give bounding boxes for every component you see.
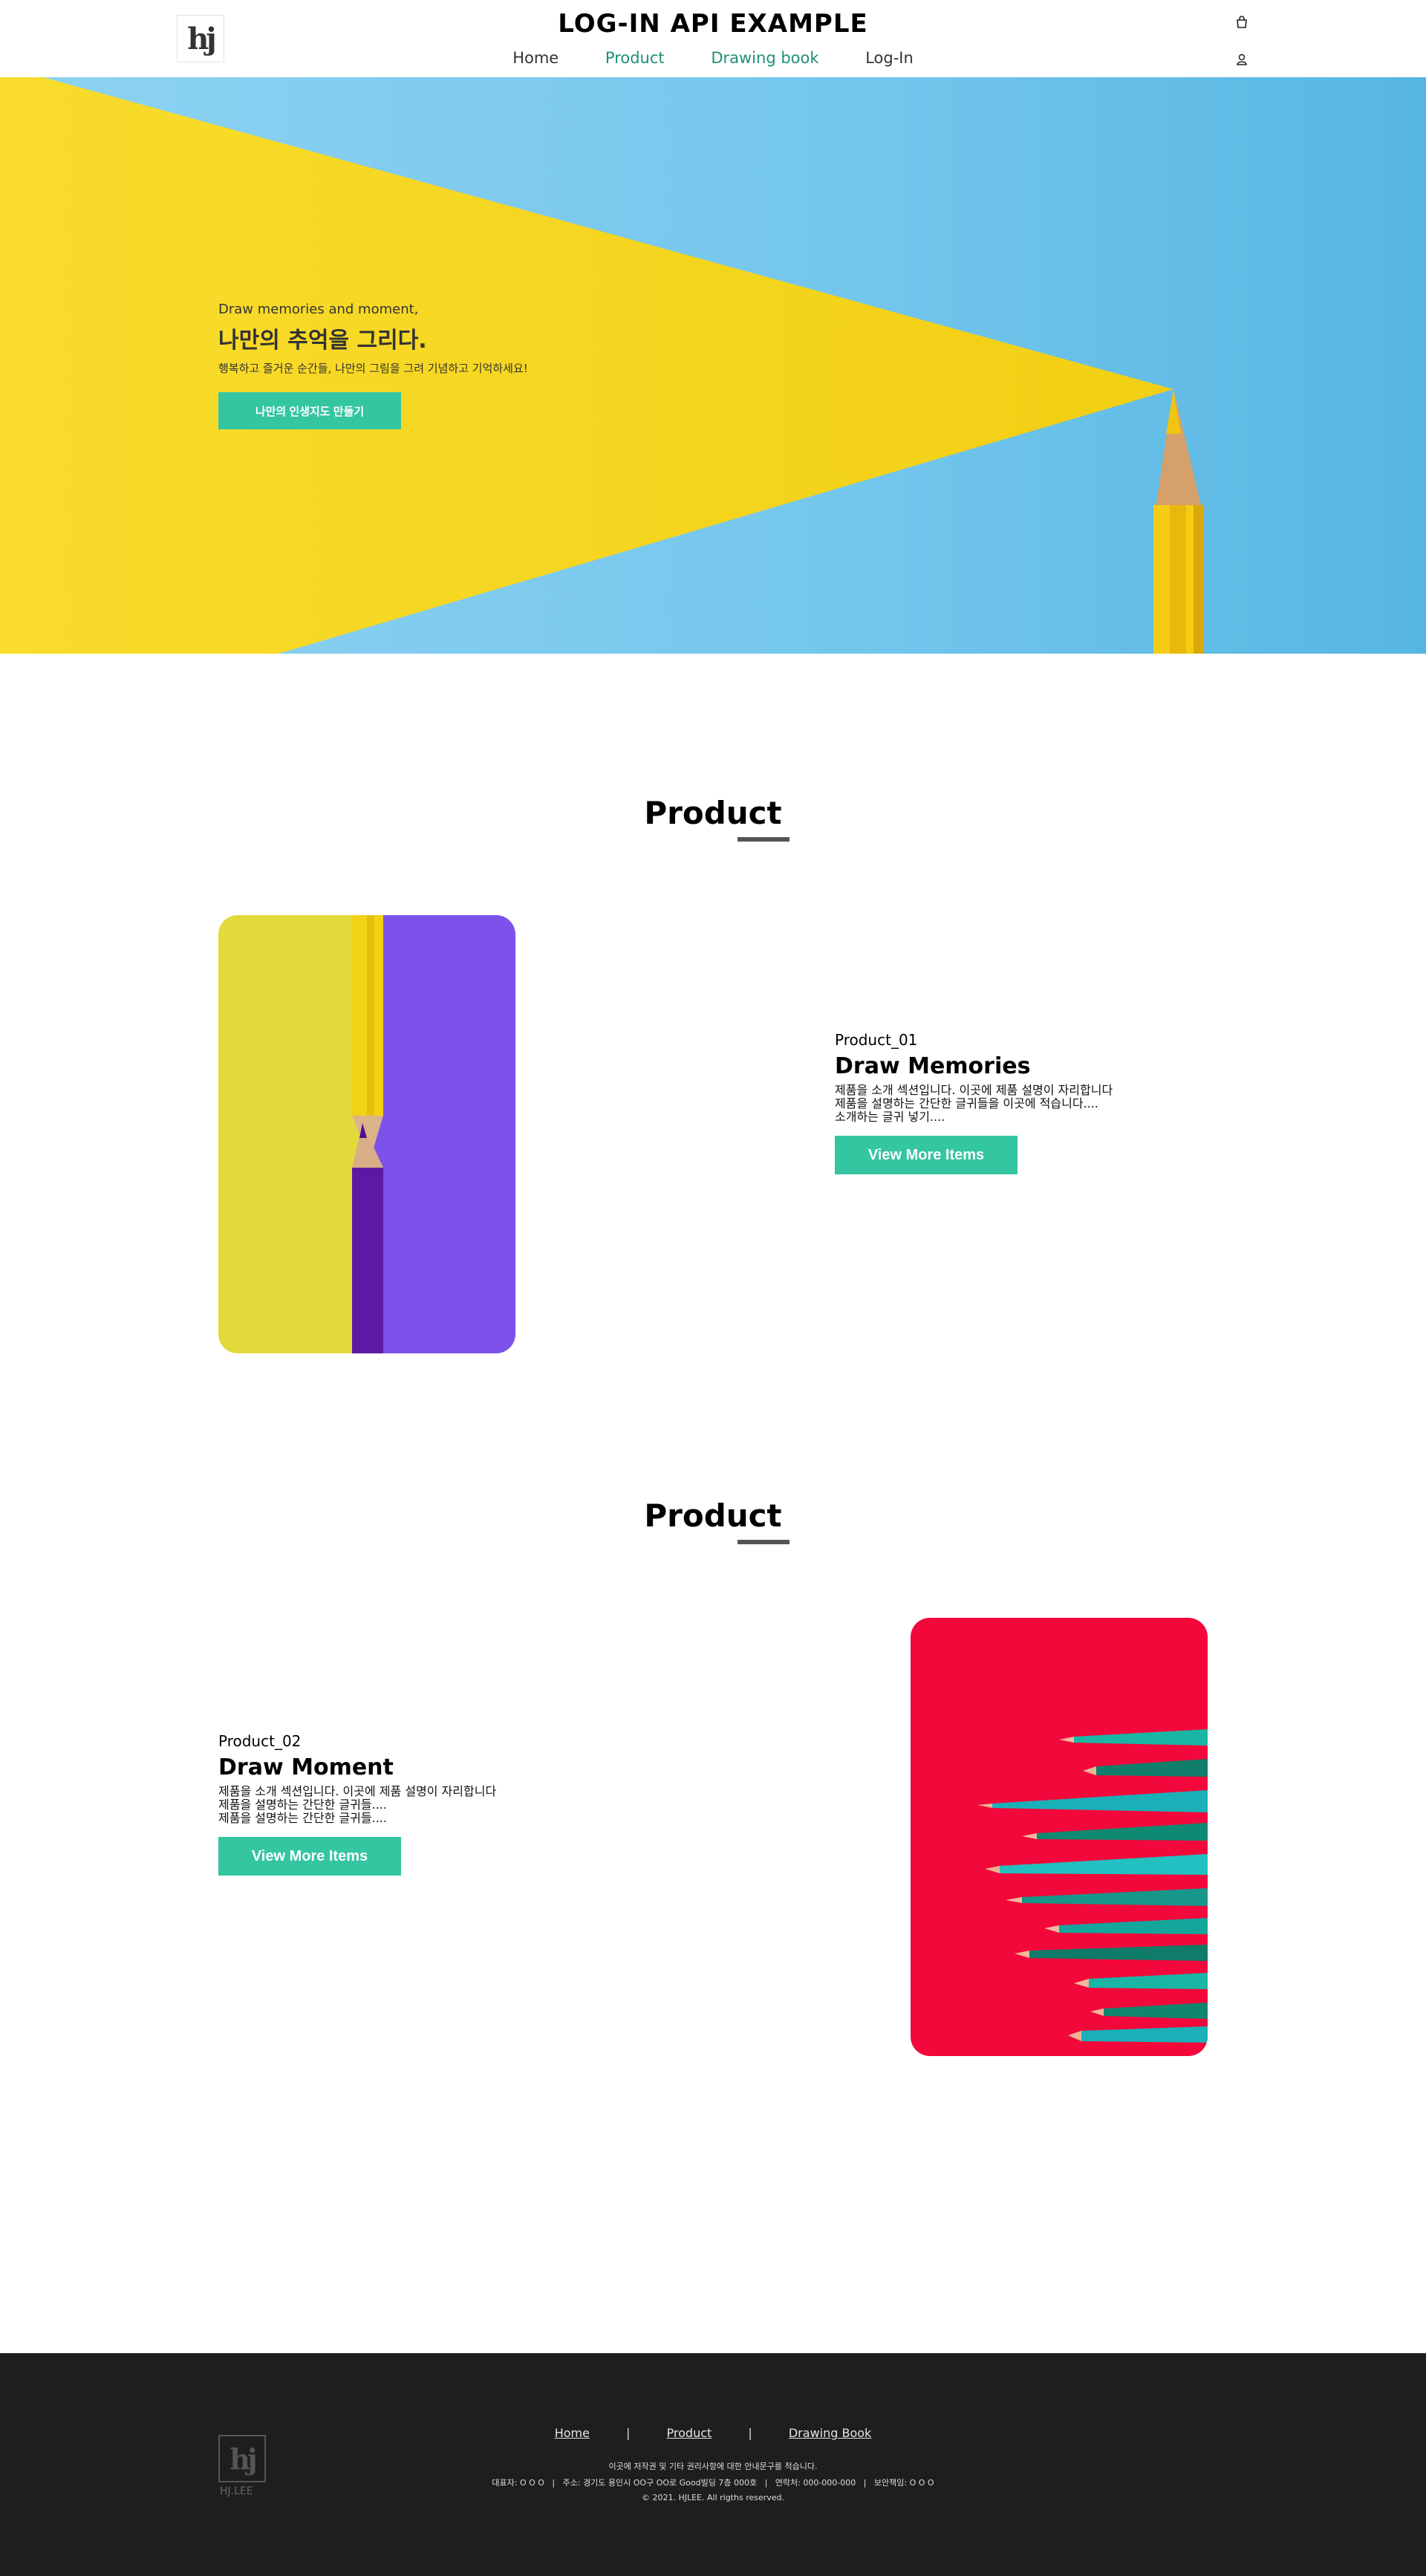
product-2-image[interactable] — [911, 1618, 1208, 2056]
hero-pencil-illustration — [0, 77, 1204, 654]
nav-product[interactable]: Product — [605, 49, 665, 67]
footer-nav-product[interactable]: Product — [667, 2426, 712, 2440]
user-icon[interactable] — [1233, 51, 1251, 68]
hero-description: 행복하고 즐거운 순간들, 나만의 그림을 그려 기념하고 기억하세요! — [218, 362, 528, 375]
site-title: LOG-IN API EXAMPLE — [558, 9, 868, 39]
view-more-button[interactable]: View More Items — [218, 1837, 401, 1876]
footer-nav: Home | Product | Drawing Book — [0, 2426, 1426, 2440]
nav-drawing-book[interactable]: Drawing book — [711, 49, 818, 67]
product-name: Draw Memories — [835, 1053, 1031, 1079]
product-section-1-header: Product — [0, 795, 1426, 842]
footer-nav-drawing-book[interactable]: Drawing Book — [789, 2426, 871, 2440]
product-code: Product_01 — [835, 1031, 918, 1049]
product-code: Product_02 — [218, 1732, 302, 1750]
shopping-bag-icon[interactable] — [1233, 13, 1251, 31]
nav-home[interactable]: Home — [512, 49, 559, 67]
product-description: 제품을 소개 섹션입니다. 이곳에 제품 설명이 자리합니다 제품을 설명하는 … — [835, 1083, 1113, 1124]
site-footer: hj HJ.LEE Home | Product | Drawing Book … — [0, 2353, 1426, 2576]
main-nav: Home Product Drawing book Log-In — [0, 49, 1426, 67]
hero-banner: Draw memories and moment, 나만의 추억을 그리다. 행… — [0, 77, 1426, 654]
hero-text: Draw memories and moment, 나만의 추억을 그리다. 행… — [218, 302, 528, 429]
product-1-image[interactable] — [218, 915, 515, 1353]
title-underline — [737, 1540, 789, 1544]
hero-title: 나만의 추억을 그리다. — [218, 328, 427, 354]
product-1-info: Product_01 Draw Memories 제품을 소개 섹션입니다. 이… — [835, 1031, 1113, 1174]
hero-cta-button[interactable]: 나만의 인생지도 만들기 — [218, 392, 401, 429]
product-section-2-header: Product — [0, 1497, 1426, 1544]
section-title: Product — [644, 795, 789, 842]
footer-nav-separator: | — [626, 2426, 631, 2440]
footer-copyright: © 2021. HJLEE. All rigths reserved. — [641, 2493, 785, 2502]
section-title: Product — [644, 1497, 789, 1544]
footer-nav-separator: | — [748, 2426, 752, 2440]
site-header: hj LOG-IN API EXAMPLE Home Product Drawi… — [0, 0, 1426, 77]
footer-nav-home[interactable]: Home — [555, 2426, 590, 2440]
footer-notice: 이곳에 저작권 및 기타 권리사항에 대한 안내문구를 적습니다. — [608, 2462, 818, 2471]
product-description: 제품을 소개 섹션입니다. 이곳에 제품 설명이 자리합니다 제품을 설명하는 … — [218, 1784, 497, 1825]
hero-subtitle: Draw memories and moment, — [218, 302, 419, 317]
title-underline — [737, 837, 789, 842]
footer-info: 대표자: O O O | 주소: 경기도 용인시 OO구 OO로 Good빌딩 … — [492, 2478, 934, 2488]
footer-logo[interactable]: hj — [218, 2435, 266, 2482]
view-more-button[interactable]: View More Items — [835, 1136, 1018, 1174]
nav-login[interactable]: Log-In — [865, 49, 914, 67]
product-name: Draw Moment — [218, 1754, 394, 1780]
product-2-info: Product_02 Draw Moment 제품을 소개 섹션입니다. 이곳에… — [218, 1732, 496, 1876]
